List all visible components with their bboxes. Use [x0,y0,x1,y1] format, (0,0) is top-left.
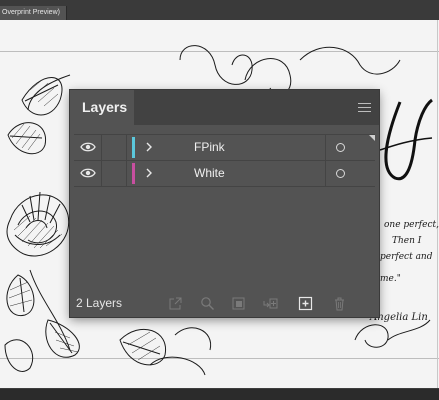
lock-cell-divider [101,135,102,160]
row-divider [325,161,326,186]
eye-icon[interactable] [80,166,96,180]
search-icon[interactable] [200,296,215,311]
layer-color-swatch [132,163,135,184]
clipping-mask-icon[interactable] [231,296,246,311]
export-icon[interactable] [168,296,183,311]
eye-icon[interactable] [80,140,96,154]
layer-name: FPink [194,140,225,154]
script-line-4: me." [380,274,401,284]
delete-icon[interactable] [332,296,347,311]
script-line-3: perfect and [380,252,433,262]
selected-art-indicator-icon [369,135,375,141]
layer-row-white[interactable]: White [74,160,375,187]
lock-cell-divider [101,161,102,186]
panel-header: Layers [70,90,379,125]
target-circle-icon[interactable] [336,169,345,178]
target-circle-icon[interactable] [336,143,345,152]
lock-cell-divider [126,161,127,186]
lock-cell-divider [126,135,127,160]
layer-count: 2 Layers [76,296,123,310]
script-line-1: one perfect, [384,220,439,230]
new-layer-icon[interactable] [298,296,313,311]
tab-layers[interactable]: Layers [70,90,134,125]
document-tab-bar: Overprint Preview) [0,0,439,20]
layers-panel: Layers FPink White 2 Layers [70,90,379,317]
script-line-2: Then I [392,236,422,246]
new-sublayer-icon[interactable] [263,296,278,311]
row-divider [325,135,326,160]
chevron-right-icon[interactable] [144,165,154,181]
panel-footer: 2 Layers [70,290,379,317]
status-bar [0,388,439,400]
hamburger-menu-icon[interactable] [358,103,371,113]
layer-color-swatch [132,137,135,158]
document-tab[interactable]: Overprint Preview) [0,6,67,20]
layer-name: White [194,166,225,180]
layer-row-fpink[interactable]: FPink [74,134,375,161]
chevron-right-icon[interactable] [144,139,154,155]
